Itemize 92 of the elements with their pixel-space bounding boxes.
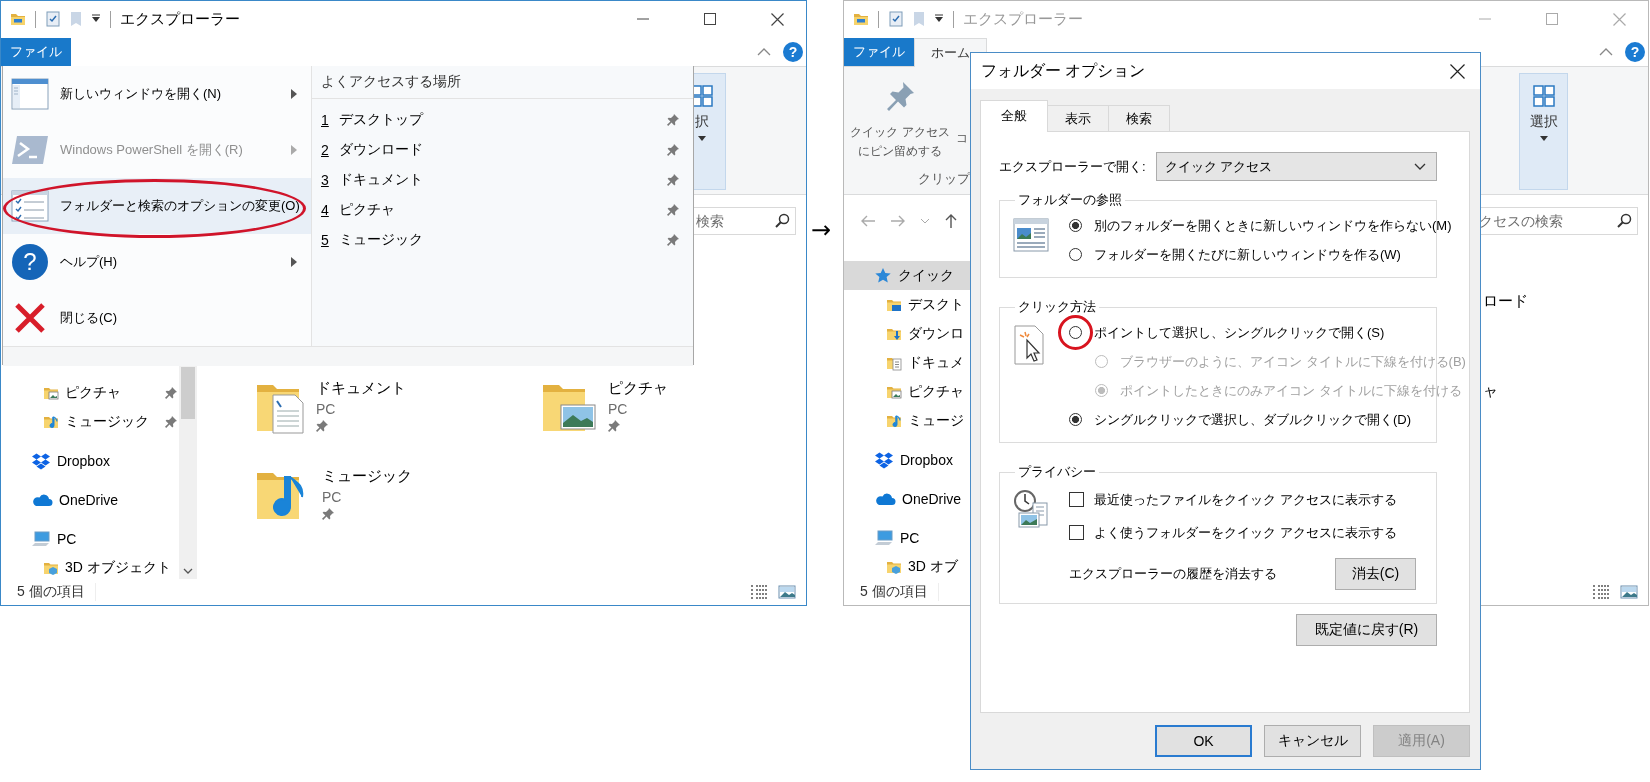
tile-name: ミュージック (322, 467, 412, 486)
maximize-icon[interactable] (704, 13, 716, 25)
tile-location: PC (608, 401, 629, 417)
radio-label: ブラウザーのように、アイコン タイトルに下線を付ける(B) (1120, 352, 1466, 371)
restore-defaults-button[interactable]: 既定値に戻す(R) (1296, 614, 1437, 646)
window-icon (1013, 217, 1049, 253)
dialog-tab[interactable]: 検索 (1108, 105, 1170, 131)
tile-location: PC (322, 489, 343, 505)
recent-place[interactable]: 4 ピクチャ (312, 195, 693, 225)
folder-icon (853, 11, 869, 27)
details-view-icon[interactable] (750, 584, 768, 600)
nav-item[interactable]: PC (1, 524, 179, 553)
action-label: エクスプローラーの履歴を消去する (1069, 565, 1277, 583)
search-icon (1616, 213, 1632, 229)
clear-button[interactable]: 消去(C) (1335, 558, 1416, 590)
field-label: エクスプローラーで開く: (999, 157, 1146, 176)
radio-label: 別のフォルダーを開くときに新しいウィンドウを作らない(M) (1094, 216, 1452, 235)
help-button[interactable]: ? (783, 41, 803, 62)
properties-icon (888, 11, 904, 27)
menu-item[interactable]: 閉じる(C) (3, 290, 311, 346)
radio-label: ポイントしたときにのみアイコン タイトルに下線を付ける (1120, 381, 1462, 400)
close-icon[interactable] (770, 12, 784, 26)
nav-item[interactable]: ミュージック (1, 407, 179, 436)
checkbox[interactable] (1069, 525, 1084, 540)
group-title: プライバシー (1017, 463, 1097, 481)
checkbox-label: よく使うフォルダーをクイック アクセスに表示する (1094, 523, 1397, 542)
section-heading: よくアクセスする場所 (321, 73, 461, 91)
nav-item[interactable]: 3D オブジェクト (1, 553, 179, 579)
music-folder-icon (43, 413, 59, 430)
caret-icon (91, 14, 101, 24)
tile-name: ピクチャ (608, 379, 668, 398)
radio-button[interactable] (1069, 219, 1082, 232)
terminal-icon (11, 135, 49, 165)
chevron-up-icon[interactable] (757, 47, 771, 56)
radio-button[interactable] (1069, 413, 1082, 426)
computer-icon (31, 529, 51, 548)
checkbox-label: 最近使ったファイルをクイック アクセスに表示する (1094, 490, 1397, 509)
radio-button[interactable] (1069, 326, 1082, 339)
ribbon-label: コ (956, 130, 968, 147)
nav-item[interactable]: ピクチャ (1, 378, 179, 407)
checkbox[interactable] (1069, 492, 1084, 507)
tile-name: ドキュメント (316, 379, 406, 398)
item-count: 5 個の項目 (17, 583, 85, 601)
search-icon (774, 213, 790, 229)
dialog-button[interactable]: OK (1155, 725, 1252, 757)
chevron-down-icon (1414, 162, 1426, 171)
dropdown[interactable]: クイック アクセス (1155, 152, 1437, 181)
dropbox-icon (874, 450, 894, 469)
large-icons-view-icon[interactable] (778, 584, 796, 600)
cursor-document-icon (1013, 324, 1045, 366)
radio-button[interactable] (1069, 248, 1082, 261)
menu-item[interactable]: ? ヘルプ(H) (3, 234, 311, 290)
window-title: エクスプローラー (963, 9, 1084, 29)
music-folder-icon (886, 412, 902, 429)
group-title: クリック方法 (1017, 298, 1097, 316)
radio-label: シングルクリックで選択し、ダブルクリックで開く(D) (1094, 410, 1412, 429)
radio-label: フォルダーを開くたびに新しいウィンドウを作る(W) (1094, 245, 1401, 264)
tile-name: ロード (1483, 292, 1528, 311)
help-icon: ? (12, 244, 48, 280)
caret-icon (934, 14, 944, 24)
window-title: エクスプローラー (120, 9, 241, 29)
dropbox-icon (31, 451, 51, 470)
close-icon (13, 301, 47, 335)
scrollbar-thumb[interactable] (181, 367, 195, 419)
flow-arrow: → (811, 216, 832, 244)
clock-pictures-icon (1013, 489, 1049, 529)
star-icon (874, 266, 892, 285)
tile-name: ャ (1483, 382, 1498, 401)
folder-icon (10, 11, 26, 27)
grid-icon (1531, 84, 1556, 108)
ribbon-tab[interactable]: ファイル (1, 38, 71, 66)
radio-label: ポイントして選択し、シングルクリックで開く(S) (1094, 323, 1385, 342)
nav-item[interactable]: OneDrive (1, 485, 179, 514)
caret-icon (1539, 136, 1548, 141)
caret-icon (697, 136, 706, 141)
dialog-tab[interactable]: 全般 (980, 100, 1048, 132)
menu-item[interactable]: 新しいウィンドウを開く(N) (3, 66, 311, 122)
scroll-down-icon[interactable] (183, 568, 193, 575)
item-count: 5 個の項目 (860, 583, 928, 601)
ribbon-group-label: クリップ (917, 170, 970, 188)
computer-icon (874, 528, 894, 547)
dialog-button[interactable]: キャンセル (1264, 725, 1361, 757)
tile-location: PC (316, 401, 337, 417)
group-title: フォルダーの参照 (1017, 191, 1123, 209)
recent-place[interactable]: 5 ミュージック (312, 225, 693, 255)
close-icon[interactable] (1449, 63, 1465, 79)
window-icon (11, 77, 49, 111)
properties-icon (45, 11, 61, 27)
checklist-icon (11, 189, 49, 223)
menu-item[interactable]: フォルダーと検索のオプションの変更(O) (3, 178, 311, 234)
nav-item[interactable]: Dropbox (1, 446, 179, 475)
search-field[interactable]: 検索 (692, 207, 796, 235)
